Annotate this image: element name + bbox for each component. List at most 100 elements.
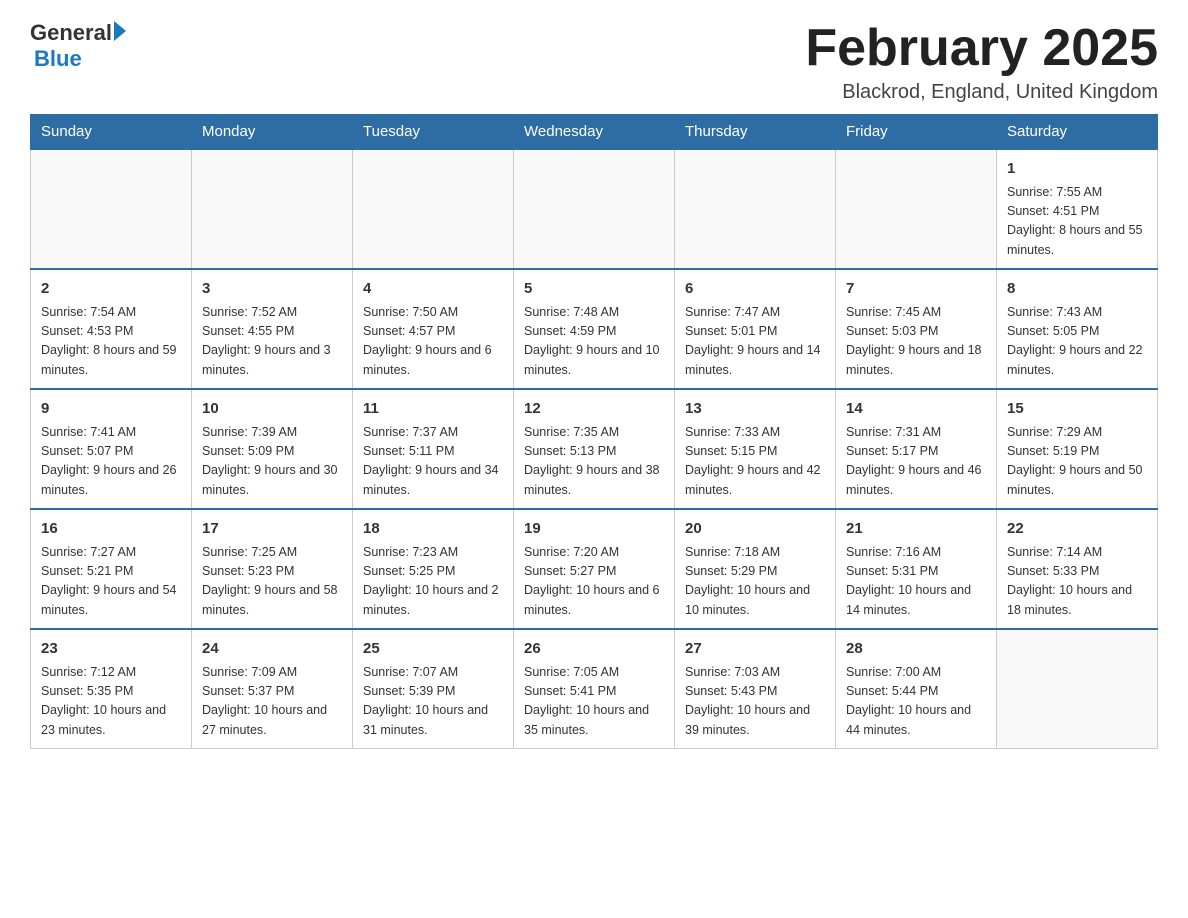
day-number: 22 — [1007, 518, 1147, 541]
calendar-cell: 3Sunrise: 7:52 AM Sunset: 4:55 PM Daylig… — [192, 269, 353, 389]
calendar-cell: 10Sunrise: 7:39 AM Sunset: 5:09 PM Dayli… — [192, 389, 353, 509]
calendar-cell — [31, 149, 192, 269]
calendar-cell — [192, 149, 353, 269]
day-number: 10 — [202, 398, 342, 421]
day-info: Sunrise: 7:16 AM Sunset: 5:31 PM Dayligh… — [846, 543, 986, 621]
day-number: 5 — [524, 278, 664, 301]
calendar-header: SundayMondayTuesdayWednesdayThursdayFrid… — [31, 115, 1158, 150]
calendar-cell — [353, 149, 514, 269]
calendar-cell: 27Sunrise: 7:03 AM Sunset: 5:43 PM Dayli… — [675, 629, 836, 749]
calendar-cell: 15Sunrise: 7:29 AM Sunset: 5:19 PM Dayli… — [997, 389, 1158, 509]
day-info: Sunrise: 7:09 AM Sunset: 5:37 PM Dayligh… — [202, 663, 342, 741]
title-section: February 2025 Blackrod, England, United … — [805, 20, 1158, 104]
calendar-week-row: 1Sunrise: 7:55 AM Sunset: 4:51 PM Daylig… — [31, 149, 1158, 269]
day-number: 16 — [41, 518, 181, 541]
calendar-cell: 2Sunrise: 7:54 AM Sunset: 4:53 PM Daylig… — [31, 269, 192, 389]
calendar-cell: 19Sunrise: 7:20 AM Sunset: 5:27 PM Dayli… — [514, 509, 675, 629]
day-info: Sunrise: 7:52 AM Sunset: 4:55 PM Dayligh… — [202, 303, 342, 381]
day-number: 11 — [363, 398, 503, 421]
calendar-week-row: 9Sunrise: 7:41 AM Sunset: 5:07 PM Daylig… — [31, 389, 1158, 509]
calendar-cell: 20Sunrise: 7:18 AM Sunset: 5:29 PM Dayli… — [675, 509, 836, 629]
day-info: Sunrise: 7:50 AM Sunset: 4:57 PM Dayligh… — [363, 303, 503, 381]
day-info: Sunrise: 7:25 AM Sunset: 5:23 PM Dayligh… — [202, 543, 342, 621]
calendar-cell — [997, 629, 1158, 749]
day-number: 24 — [202, 638, 342, 661]
day-info: Sunrise: 7:07 AM Sunset: 5:39 PM Dayligh… — [363, 663, 503, 741]
calendar-week-row: 2Sunrise: 7:54 AM Sunset: 4:53 PM Daylig… — [31, 269, 1158, 389]
day-number: 20 — [685, 518, 825, 541]
calendar-cell: 25Sunrise: 7:07 AM Sunset: 5:39 PM Dayli… — [353, 629, 514, 749]
calendar-cell: 28Sunrise: 7:00 AM Sunset: 5:44 PM Dayli… — [836, 629, 997, 749]
logo: General Blue — [30, 20, 126, 72]
day-of-week-header: Saturday — [997, 115, 1158, 150]
day-number: 25 — [363, 638, 503, 661]
day-number: 1 — [1007, 158, 1147, 181]
day-of-week-header: Sunday — [31, 115, 192, 150]
day-number: 6 — [685, 278, 825, 301]
day-info: Sunrise: 7:48 AM Sunset: 4:59 PM Dayligh… — [524, 303, 664, 381]
calendar-week-row: 23Sunrise: 7:12 AM Sunset: 5:35 PM Dayli… — [31, 629, 1158, 749]
calendar-cell: 22Sunrise: 7:14 AM Sunset: 5:33 PM Dayli… — [997, 509, 1158, 629]
calendar-cell: 16Sunrise: 7:27 AM Sunset: 5:21 PM Dayli… — [31, 509, 192, 629]
calendar-cell: 6Sunrise: 7:47 AM Sunset: 5:01 PM Daylig… — [675, 269, 836, 389]
day-number: 4 — [363, 278, 503, 301]
calendar-cell: 5Sunrise: 7:48 AM Sunset: 4:59 PM Daylig… — [514, 269, 675, 389]
calendar-table: SundayMondayTuesdayWednesdayThursdayFrid… — [30, 114, 1158, 749]
day-number: 27 — [685, 638, 825, 661]
day-number: 3 — [202, 278, 342, 301]
calendar-cell: 11Sunrise: 7:37 AM Sunset: 5:11 PM Dayli… — [353, 389, 514, 509]
day-number: 13 — [685, 398, 825, 421]
day-of-week-header: Tuesday — [353, 115, 514, 150]
day-of-week-header: Monday — [192, 115, 353, 150]
day-info: Sunrise: 7:29 AM Sunset: 5:19 PM Dayligh… — [1007, 423, 1147, 501]
day-info: Sunrise: 7:43 AM Sunset: 5:05 PM Dayligh… — [1007, 303, 1147, 381]
day-number: 18 — [363, 518, 503, 541]
logo-text-general: General — [30, 20, 112, 46]
day-number: 9 — [41, 398, 181, 421]
calendar-cell: 23Sunrise: 7:12 AM Sunset: 5:35 PM Dayli… — [31, 629, 192, 749]
day-of-week-header: Wednesday — [514, 115, 675, 150]
calendar-cell — [675, 149, 836, 269]
day-number: 15 — [1007, 398, 1147, 421]
day-number: 21 — [846, 518, 986, 541]
calendar-cell: 1Sunrise: 7:55 AM Sunset: 4:51 PM Daylig… — [997, 149, 1158, 269]
day-info: Sunrise: 7:05 AM Sunset: 5:41 PM Dayligh… — [524, 663, 664, 741]
day-info: Sunrise: 7:12 AM Sunset: 5:35 PM Dayligh… — [41, 663, 181, 741]
day-number: 2 — [41, 278, 181, 301]
page-header: General Blue February 2025 Blackrod, Eng… — [30, 20, 1158, 104]
day-number: 19 — [524, 518, 664, 541]
day-of-week-header: Friday — [836, 115, 997, 150]
calendar-cell — [514, 149, 675, 269]
days-of-week-row: SundayMondayTuesdayWednesdayThursdayFrid… — [31, 115, 1158, 150]
calendar-cell: 14Sunrise: 7:31 AM Sunset: 5:17 PM Dayli… — [836, 389, 997, 509]
month-title: February 2025 — [805, 20, 1158, 77]
day-info: Sunrise: 7:35 AM Sunset: 5:13 PM Dayligh… — [524, 423, 664, 501]
day-info: Sunrise: 7:00 AM Sunset: 5:44 PM Dayligh… — [846, 663, 986, 741]
day-info: Sunrise: 7:18 AM Sunset: 5:29 PM Dayligh… — [685, 543, 825, 621]
calendar-cell: 13Sunrise: 7:33 AM Sunset: 5:15 PM Dayli… — [675, 389, 836, 509]
location-subtitle: Blackrod, England, United Kingdom — [805, 81, 1158, 104]
day-number: 23 — [41, 638, 181, 661]
day-number: 7 — [846, 278, 986, 301]
day-info: Sunrise: 7:55 AM Sunset: 4:51 PM Dayligh… — [1007, 183, 1147, 261]
logo-text-blue: Blue — [34, 46, 82, 72]
day-info: Sunrise: 7:27 AM Sunset: 5:21 PM Dayligh… — [41, 543, 181, 621]
calendar-cell — [836, 149, 997, 269]
calendar-cell: 9Sunrise: 7:41 AM Sunset: 5:07 PM Daylig… — [31, 389, 192, 509]
calendar-cell: 7Sunrise: 7:45 AM Sunset: 5:03 PM Daylig… — [836, 269, 997, 389]
day-info: Sunrise: 7:31 AM Sunset: 5:17 PM Dayligh… — [846, 423, 986, 501]
calendar-cell: 8Sunrise: 7:43 AM Sunset: 5:05 PM Daylig… — [997, 269, 1158, 389]
calendar-cell: 24Sunrise: 7:09 AM Sunset: 5:37 PM Dayli… — [192, 629, 353, 749]
day-info: Sunrise: 7:54 AM Sunset: 4:53 PM Dayligh… — [41, 303, 181, 381]
calendar-cell: 4Sunrise: 7:50 AM Sunset: 4:57 PM Daylig… — [353, 269, 514, 389]
calendar-body: 1Sunrise: 7:55 AM Sunset: 4:51 PM Daylig… — [31, 149, 1158, 749]
calendar-cell: 17Sunrise: 7:25 AM Sunset: 5:23 PM Dayli… — [192, 509, 353, 629]
day-info: Sunrise: 7:39 AM Sunset: 5:09 PM Dayligh… — [202, 423, 342, 501]
day-info: Sunrise: 7:47 AM Sunset: 5:01 PM Dayligh… — [685, 303, 825, 381]
calendar-cell: 26Sunrise: 7:05 AM Sunset: 5:41 PM Dayli… — [514, 629, 675, 749]
day-of-week-header: Thursday — [675, 115, 836, 150]
day-number: 12 — [524, 398, 664, 421]
day-number: 28 — [846, 638, 986, 661]
day-info: Sunrise: 7:20 AM Sunset: 5:27 PM Dayligh… — [524, 543, 664, 621]
day-info: Sunrise: 7:37 AM Sunset: 5:11 PM Dayligh… — [363, 423, 503, 501]
